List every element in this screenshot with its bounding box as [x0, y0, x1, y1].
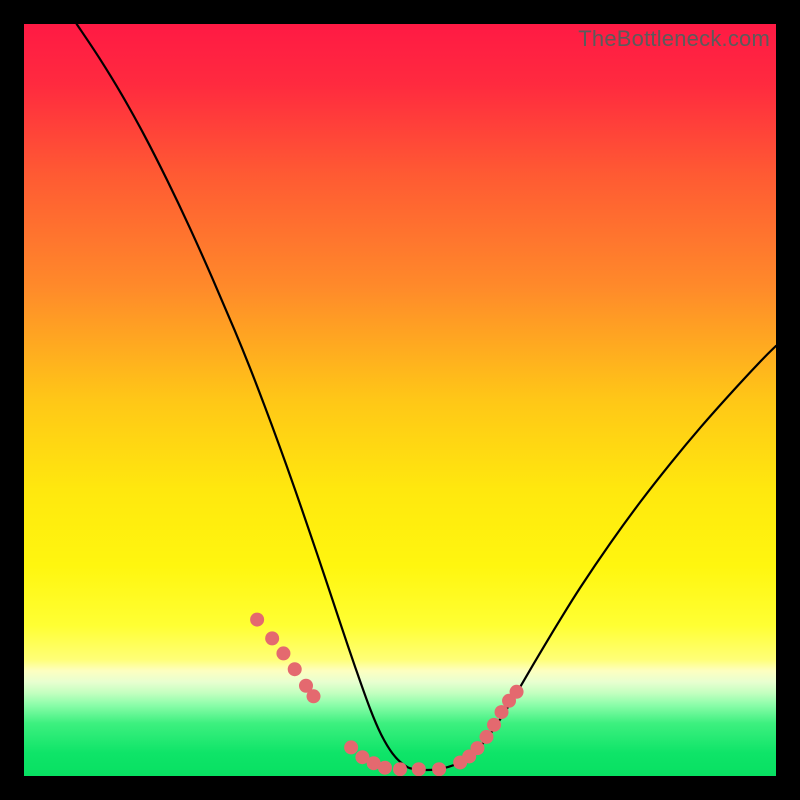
sample-point [470, 741, 484, 755]
sample-point [479, 730, 493, 744]
sample-point [432, 762, 446, 776]
sample-point [265, 631, 279, 645]
sample-point [250, 613, 264, 627]
plot-area: TheBottleneck.com [24, 24, 776, 776]
sample-point [393, 762, 407, 776]
gradient-background [24, 24, 776, 776]
sample-point [307, 689, 321, 703]
sample-point [288, 662, 302, 676]
watermark-text: TheBottleneck.com [578, 26, 770, 52]
bottleneck-chart [24, 24, 776, 776]
outer-black-frame: TheBottleneck.com [0, 0, 800, 800]
sample-point [412, 762, 426, 776]
sample-point [378, 761, 392, 775]
sample-point [344, 740, 358, 754]
sample-point [276, 646, 290, 660]
sample-point [510, 685, 524, 699]
sample-point [487, 718, 501, 732]
